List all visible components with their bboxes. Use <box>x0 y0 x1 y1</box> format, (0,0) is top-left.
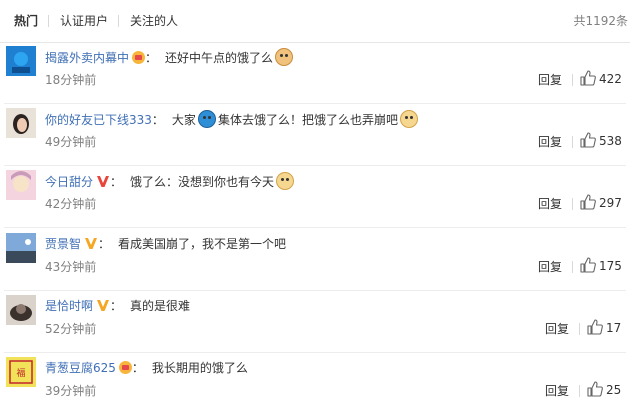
comment-line: 是恰时啊 ： 真的是很难 <box>45 297 190 315</box>
like-button[interactable]: 25 <box>587 381 621 399</box>
thumbs-up-icon <box>580 132 596 153</box>
username-link[interactable]: 今日甜分 <box>45 175 93 189</box>
comment-line: 你的好友已下线333： 大家 集体去饿了么！把饿了么也弄崩吧 <box>45 110 420 129</box>
colon-separator: ： <box>145 51 158 65</box>
comment-row: 揭露外卖内幕中 ： 还好中午点的饿了么 18分钟前 回复 422 <box>0 42 630 104</box>
username-link[interactable]: 你的好友已下线333 <box>45 113 152 127</box>
svg-text:福: 福 <box>16 367 25 379</box>
avatar[interactable] <box>6 170 36 200</box>
comment-text: 我长期用的饿了么 <box>152 361 248 375</box>
vip-crown-icon <box>118 361 132 374</box>
tab-divider <box>48 15 49 27</box>
comment-row: 福 青葱豆腐625 ： 我长期用的饿了么 39分钟前 回复 25 <box>0 353 630 415</box>
thumbs-up-icon <box>580 257 596 278</box>
verified-v-icon <box>96 174 110 188</box>
comment-text-segment: 看成美国崩了，我不是第一个吧 <box>118 237 287 251</box>
action-divider <box>572 198 573 210</box>
action-divider <box>579 323 580 335</box>
verified-v-icon <box>84 236 98 250</box>
thumbs-up-icon <box>580 194 596 215</box>
comment-row: 你的好友已下线333： 大家 集体去饿了么！把饿了么也弄崩吧 49分钟前 回复 538 <box>0 104 630 166</box>
comment-text-segment: 集体去饿了么！把饿了么也弄崩吧 <box>217 113 398 127</box>
thumbs-up-icon <box>587 381 603 402</box>
timestamp: 42分钟前 <box>45 197 97 211</box>
avatar[interactable] <box>6 233 36 263</box>
comment-line: 今日甜分 ： 饿了么：没想到你也有今天 <box>45 172 296 191</box>
comment-text: 看成美国崩了，我不是第一个吧 <box>118 237 286 251</box>
avatar[interactable] <box>6 295 36 325</box>
comment-text: 还好中午点的饿了么 <box>165 48 295 66</box>
reply-button[interactable]: 回复 <box>538 134 562 150</box>
action-divider <box>579 385 580 397</box>
comment-tabs: 热门 认证用户 关注的人 共1192条 <box>0 0 630 43</box>
comment-text-segment: 还好中午点的饿了么 <box>165 51 274 65</box>
row-divider <box>4 227 626 228</box>
username-link[interactable]: 贾景智 <box>45 237 81 251</box>
like-button[interactable]: 17 <box>587 319 621 337</box>
avatar[interactable] <box>6 108 36 138</box>
doge-icon <box>276 172 295 190</box>
timestamp: 39分钟前 <box>45 384 97 398</box>
action-divider <box>572 136 573 148</box>
timestamp: 49分钟前 <box>45 135 97 149</box>
action-divider <box>572 74 573 86</box>
tab-divider <box>118 15 119 27</box>
comment-line: 贾景智 ： 看成美国崩了，我不是第一个吧 <box>45 235 286 253</box>
like-count: 25 <box>606 383 622 397</box>
action-divider <box>572 261 573 273</box>
comment-line: 揭露外卖内幕中 ： 还好中午点的饿了么 <box>45 48 295 67</box>
comment-row: 贾景智 ： 看成美国崩了，我不是第一个吧 43分钟前 回复 175 <box>0 229 630 291</box>
reply-button[interactable]: 回复 <box>538 259 562 275</box>
like-count: 297 <box>599 196 622 210</box>
doge-icon <box>399 110 418 128</box>
timestamp: 43分钟前 <box>45 260 97 274</box>
cat-icon <box>275 48 294 66</box>
vip-crown-icon <box>132 51 146 64</box>
reply-button[interactable]: 回复 <box>545 321 569 337</box>
doraemon-icon <box>197 110 216 128</box>
timestamp: 18分钟前 <box>45 73 97 87</box>
comment-text-segment: 大家 <box>171 113 196 127</box>
comment-text-segment: 我长期用的饿了么 <box>151 361 248 375</box>
total-count: 共1192条 <box>573 14 628 28</box>
username-link[interactable]: 揭露外卖内幕中 <box>45 51 129 65</box>
colon-separator: ： <box>110 299 123 313</box>
thumbs-up-icon <box>580 70 596 91</box>
avatar[interactable] <box>6 46 36 76</box>
like-count: 538 <box>599 134 622 148</box>
reply-button[interactable]: 回复 <box>538 72 562 88</box>
username-link[interactable]: 青葱豆腐625 <box>45 361 116 375</box>
like-count: 175 <box>599 259 622 273</box>
comment-line: 青葱豆腐625 ： 我长期用的饿了么 <box>45 359 248 377</box>
colon-separator: ： <box>151 113 164 127</box>
like-count: 422 <box>599 72 622 86</box>
reply-button[interactable]: 回复 <box>538 196 562 212</box>
comment-text-segment: 真的是很难 <box>130 299 191 313</box>
like-button[interactable]: 538 <box>580 132 622 150</box>
comment-row: 是恰时啊 ： 真的是很难 52分钟前 回复 17 <box>0 291 630 353</box>
comment-text: 大家 集体去饿了么！把饿了么也弄崩吧 <box>171 110 420 128</box>
like-button[interactable]: 175 <box>580 257 622 275</box>
tab-following[interactable]: 关注的人 <box>130 13 178 29</box>
avatar[interactable]: 福 <box>6 357 36 387</box>
reply-button[interactable]: 回复 <box>545 383 569 399</box>
timestamp: 52分钟前 <box>45 322 97 336</box>
colon-separator: ： <box>110 175 123 189</box>
comment-text-segment: 饿了么：没想到你也有今天 <box>130 175 275 189</box>
colon-separator: ： <box>131 361 144 375</box>
like-button[interactable]: 297 <box>580 194 622 212</box>
comment-text: 饿了么：没想到你也有今天 <box>130 172 296 190</box>
verified-v-icon <box>96 298 110 312</box>
like-button[interactable]: 422 <box>580 70 622 88</box>
comment-text: 真的是很难 <box>130 299 190 313</box>
username-link[interactable]: 是恰时啊 <box>45 299 93 313</box>
colon-separator: ： <box>98 237 111 251</box>
comment-row: 今日甜分 ： 饿了么：没想到你也有今天 42分钟前 回复 297 <box>0 166 630 228</box>
thumbs-up-icon <box>587 319 603 340</box>
like-count: 17 <box>606 321 622 335</box>
tab-verified-users[interactable]: 认证用户 <box>60 13 108 29</box>
tab-hot[interactable]: 热门 <box>14 13 38 29</box>
